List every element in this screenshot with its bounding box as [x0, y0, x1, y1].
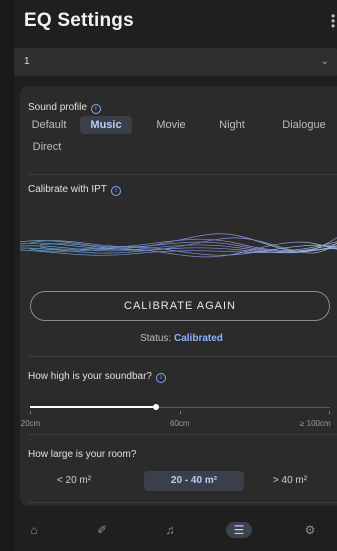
divider	[28, 434, 337, 435]
more-options-icon[interactable]: • • •	[331, 10, 335, 32]
profile-option-dialogue[interactable]: Dialogue	[274, 116, 334, 134]
info-icon[interactable]: i	[90, 104, 101, 114]
slider-tick	[180, 411, 181, 414]
room-option-medium[interactable]: 20 - 40 m²	[144, 471, 244, 491]
slider-tick	[329, 411, 330, 414]
settings-icon[interactable]: ⚙	[300, 522, 320, 538]
profile-option-direct[interactable]: Direct	[26, 138, 68, 156]
soundbar-height-label-text: How high is your soundbar?	[28, 371, 152, 382]
divider	[28, 356, 337, 357]
tick-label-min: ≤ 20cm	[20, 419, 41, 428]
profile-option-default[interactable]: Default	[26, 116, 72, 134]
info-icon[interactable]: i	[110, 186, 121, 196]
bottom-navigation: ⌂ ✐ ♫ ☰ ⚙	[14, 512, 337, 551]
status-badge: Calibrated	[174, 333, 223, 344]
status-label: Status:	[140, 333, 172, 344]
room-option-large[interactable]: > 40 m²	[258, 471, 322, 491]
slider-fill	[30, 406, 156, 408]
device-selector[interactable]: 1 ⌄	[14, 48, 337, 76]
calibrate-again-button[interactable]: CALIBRATE AGAIN	[30, 291, 330, 321]
tick-label-mid: 60cm	[170, 419, 190, 428]
sound-profile-label: Sound profile i	[28, 102, 101, 114]
tick-label-max: ≥ 100cm	[300, 419, 331, 428]
home-icon[interactable]: ⌂	[24, 522, 44, 538]
eq-settings-card: Sound profile i Default Music Movie Night…	[20, 86, 337, 506]
calibration-waveform	[20, 233, 337, 258]
room-size-label: How large is your room?	[28, 449, 137, 460]
profile-option-night[interactable]: Night	[210, 116, 254, 134]
guitar-pick-icon[interactable]: ✐	[92, 522, 112, 538]
page-title: EQ Settings	[24, 10, 134, 31]
calibrate-label: Calibrate with IPT i	[28, 184, 121, 196]
calibration-status: Status: Calibrated	[20, 333, 337, 344]
divider	[28, 502, 337, 503]
soundbar-height-slider[interactable]	[30, 404, 330, 414]
slider-thumb[interactable]	[153, 404, 159, 410]
device-selector-value: 1	[24, 56, 30, 67]
info-icon[interactable]: i	[155, 373, 166, 383]
sound-profile-label-text: Sound profile	[28, 102, 87, 113]
calibrate-label-text: Calibrate with IPT	[28, 184, 107, 195]
chevron-down-icon: ⌄	[320, 56, 329, 67]
equalizer-icon[interactable]: ☰	[226, 522, 252, 538]
slider-tick	[30, 411, 31, 414]
profile-option-movie[interactable]: Movie	[148, 116, 194, 134]
header: EQ Settings • • •	[24, 10, 337, 36]
soundbar-height-label: How high is your soundbar? i	[28, 371, 166, 383]
music-note-icon[interactable]: ♫	[160, 522, 180, 538]
room-option-small[interactable]: < 20 m²	[42, 471, 106, 491]
app-screen: EQ Settings • • • 1 ⌄ Sound profile i Defau…	[14, 0, 337, 551]
profile-option-music[interactable]: Music	[80, 116, 132, 134]
divider	[28, 174, 337, 175]
